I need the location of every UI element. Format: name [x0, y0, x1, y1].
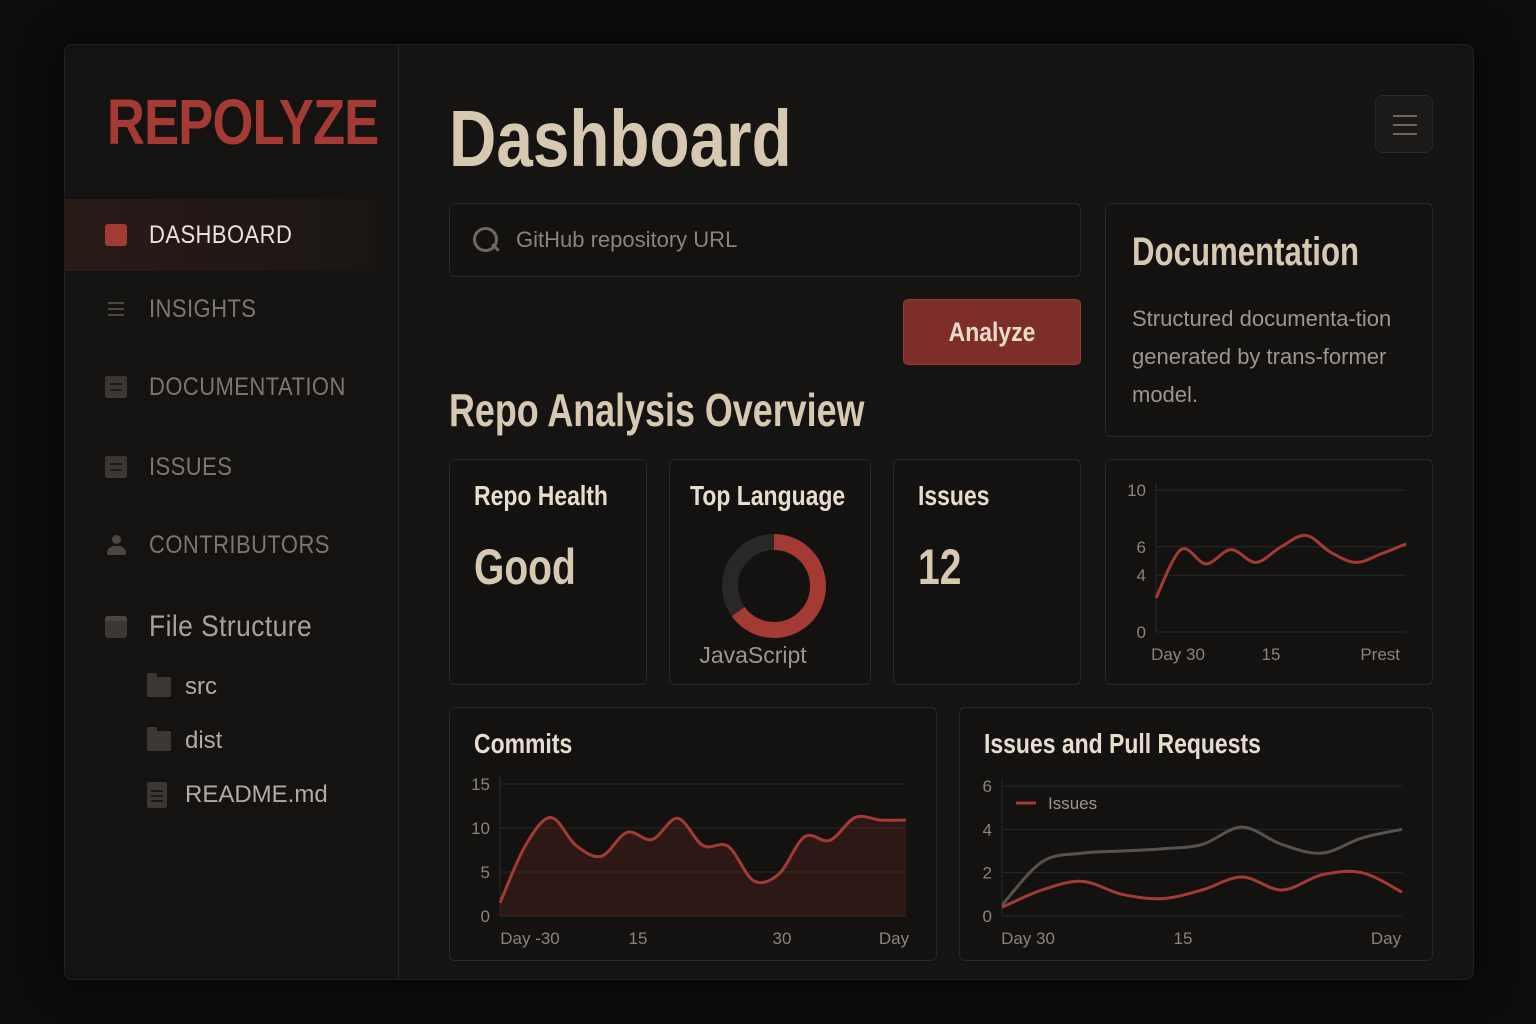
repo-health-card: Repo Health Good — [449, 459, 647, 685]
top-language-title: Top Language — [690, 480, 846, 511]
person-icon — [105, 534, 127, 556]
series-line — [1154, 533, 1407, 599]
file-tree-item-dist[interactable]: dist — [147, 721, 222, 761]
app-window: REPOLYZE DASHBOARD INSIGHTS DOCUMENTATIO… — [64, 44, 1474, 980]
hamburger-menu-icon — [1393, 124, 1417, 126]
file-tree-item-readme[interactable]: README.md — [147, 775, 328, 815]
sidebar: REPOLYZE DASHBOARD INSIGHTS DOCUMENTATIO… — [65, 45, 399, 979]
y-tick-label: 15 — [471, 775, 490, 794]
file-icon — [147, 782, 167, 808]
search-bar — [449, 203, 1081, 277]
series-line — [1000, 825, 1403, 907]
sidebar-item-label: DOCUMENTATION — [149, 372, 346, 401]
y-tick-label: 6 — [1137, 538, 1146, 557]
x-tick-label: 30 — [773, 929, 792, 948]
series-line-issues — [1001, 869, 1403, 909]
sidebar-item-label: DASHBOARD — [149, 220, 293, 249]
file-tree-item-label: README.md — [185, 781, 328, 808]
x-tick-label: Prest — [1360, 645, 1400, 664]
trend-chart-card: 0 4 6 10 Day 30 15 Prest — [1105, 459, 1433, 685]
y-tick-label: 0 — [1137, 623, 1146, 642]
language-donut-chart — [722, 534, 826, 638]
sidebar-item-dashboard[interactable]: DASHBOARD — [65, 199, 375, 271]
file-tree-item-label: dist — [185, 727, 223, 754]
menu-button[interactable] — [1375, 95, 1433, 153]
document-icon — [105, 456, 127, 478]
sidebar-item-issues[interactable]: ISSUES — [65, 431, 375, 503]
analyze-button[interactable]: Analyze — [903, 299, 1081, 365]
list-icon — [105, 298, 127, 320]
search-icon — [472, 226, 500, 254]
commits-title: Commits — [474, 728, 573, 759]
app-logo: REPOLYZE — [107, 86, 379, 158]
folder-icon — [147, 673, 171, 697]
x-tick-label: Day — [879, 929, 910, 948]
documentation-card-title: Documentation — [1132, 230, 1360, 274]
main-content: Dashboard Analyze Documentation Structur… — [399, 45, 1473, 979]
sidebar-item-documentation[interactable]: DOCUMENTATION — [65, 351, 375, 423]
file-tree-item-src[interactable]: src — [147, 667, 217, 707]
y-tick-label: 0 — [983, 907, 992, 926]
folder-icon — [147, 727, 171, 751]
y-tick-label: 5 — [481, 863, 490, 882]
documentation-card[interactable]: Documentation Structured documenta-tion … — [1105, 203, 1433, 437]
top-language-card: Top Language JavaScript — [669, 459, 871, 685]
y-tick-label: 2 — [983, 864, 992, 883]
x-tick-label: Day 30 — [1001, 929, 1055, 948]
issues-prs-card: Issues and Pull Requests 0 2 4 6 Day 30 15 Day… — [959, 707, 1433, 961]
hamburger-menu-icon — [1393, 133, 1417, 135]
documentation-card-body: Structured documenta-tion generated by t… — [1132, 306, 1392, 407]
y-tick-label: 6 — [983, 777, 992, 796]
issues-title: Issues — [918, 480, 990, 511]
sidebar-item-insights[interactable]: INSIGHTS — [65, 273, 375, 345]
x-tick-label: Day 30 — [1151, 645, 1205, 664]
y-tick-label: 10 — [471, 819, 490, 838]
repo-health-value: Good — [474, 539, 576, 595]
y-tick-label: 4 — [1137, 566, 1146, 585]
file-tree-item-label: src — [185, 673, 217, 700]
x-tick-label: 15 — [1174, 929, 1193, 948]
repo-url-input[interactable] — [516, 227, 1056, 253]
page-title: Dashboard — [449, 94, 792, 183]
y-tick-label: 0 — [481, 907, 490, 926]
sidebar-item-label: CONTRIBUTORS — [149, 530, 330, 559]
file-structure-header[interactable]: File Structure — [65, 591, 375, 663]
legend-label: Issues — [1048, 794, 1097, 813]
x-tick-label: Day — [1371, 929, 1402, 948]
issues-card: Issues 12 — [893, 459, 1081, 685]
issues-prs-title: Issues and Pull Requests — [984, 728, 1261, 759]
folder-icon — [105, 616, 127, 638]
dashboard-icon — [105, 224, 127, 246]
x-tick-label: 15 — [1262, 645, 1281, 664]
hamburger-menu-icon — [1393, 115, 1417, 117]
sidebar-item-label: ISSUES — [149, 452, 233, 481]
analyze-button-label: Analyze — [948, 316, 1036, 347]
commits-card: Commits 0 5 10 15 Day -30 15 30 Day — [449, 707, 937, 961]
y-tick-label: 4 — [983, 820, 992, 839]
document-icon — [105, 376, 127, 398]
sidebar-item-contributors[interactable]: CONTRIBUTORS — [65, 509, 375, 581]
file-structure-label: File Structure — [149, 610, 313, 643]
x-tick-label: Day -30 — [500, 929, 560, 948]
y-tick-label: 10 — [1127, 481, 1146, 500]
overview-title: Repo Analysis Overview — [449, 384, 865, 436]
top-language-value: JavaScript — [699, 642, 807, 668]
x-tick-label: 15 — [629, 929, 648, 948]
trend-line-chart: 0 4 6 10 Day 30 15 Prest — [1127, 481, 1407, 664]
series-area — [500, 816, 906, 916]
sidebar-item-label: INSIGHTS — [149, 294, 257, 323]
issues-value: 12 — [918, 539, 962, 595]
repo-health-title: Repo Health — [474, 480, 608, 511]
